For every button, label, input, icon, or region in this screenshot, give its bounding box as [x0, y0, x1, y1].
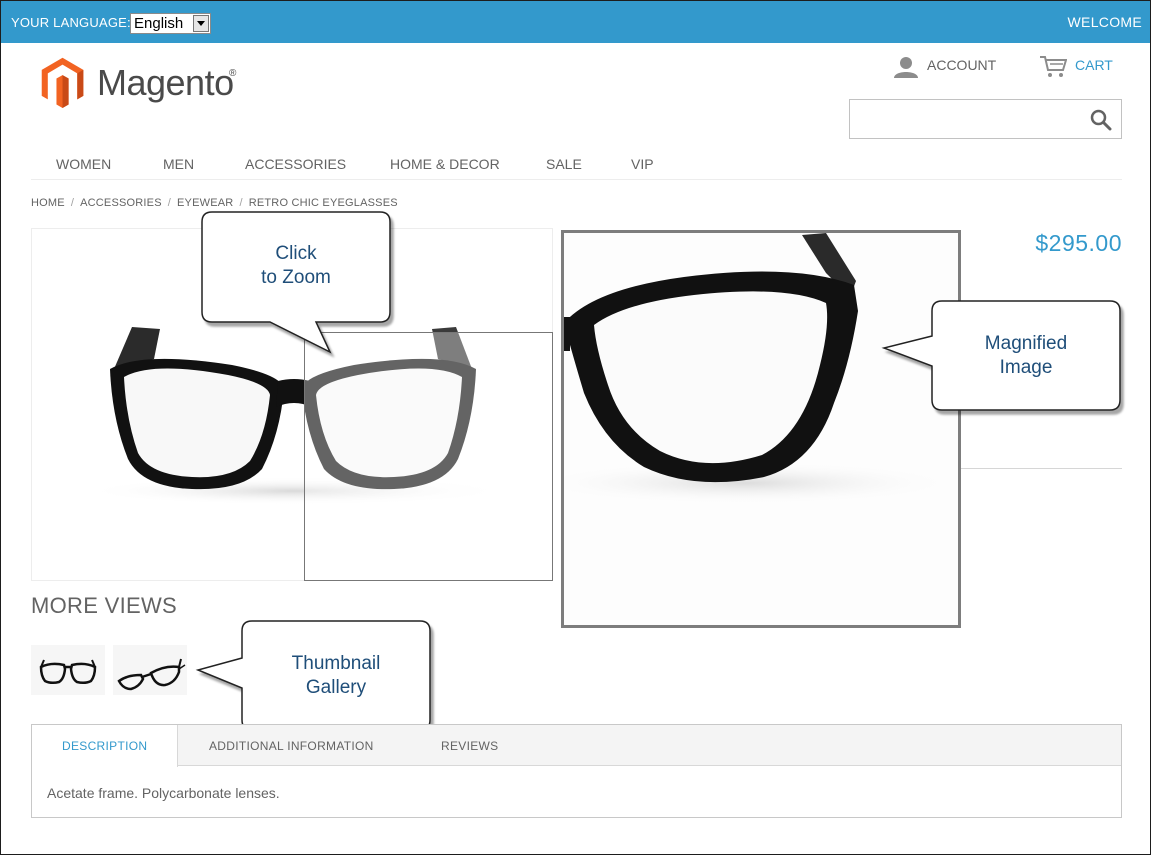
callout-thumbnail-gallery: Thumbnail Gallery [242, 652, 430, 700]
callout-click-to-zoom: Click to Zoom [202, 242, 390, 290]
tab-reviews[interactable]: REVIEWS [441, 725, 498, 766]
callout-line: Gallery [305, 677, 367, 698]
tab-additional-information[interactable]: ADDITIONAL INFORMATION [209, 725, 374, 766]
tab-bar: DESCRIPTION ADDITIONAL INFORMATION REVIE… [32, 725, 1121, 767]
callout-line: Click [275, 243, 317, 264]
callout-magnified-image: Magnified Image [932, 332, 1120, 380]
callout-line: Magnified [984, 333, 1068, 354]
callout-line: to Zoom [261, 267, 331, 288]
product-tabs: DESCRIPTION ADDITIONAL INFORMATION REVIE… [31, 724, 1122, 818]
callout-line: Image [999, 357, 1053, 378]
tab-content-description: Acetate frame. Polycarbonate lenses. [47, 785, 280, 801]
tab-description[interactable]: DESCRIPTION [32, 725, 178, 767]
callout-line: Thumbnail [291, 653, 381, 674]
